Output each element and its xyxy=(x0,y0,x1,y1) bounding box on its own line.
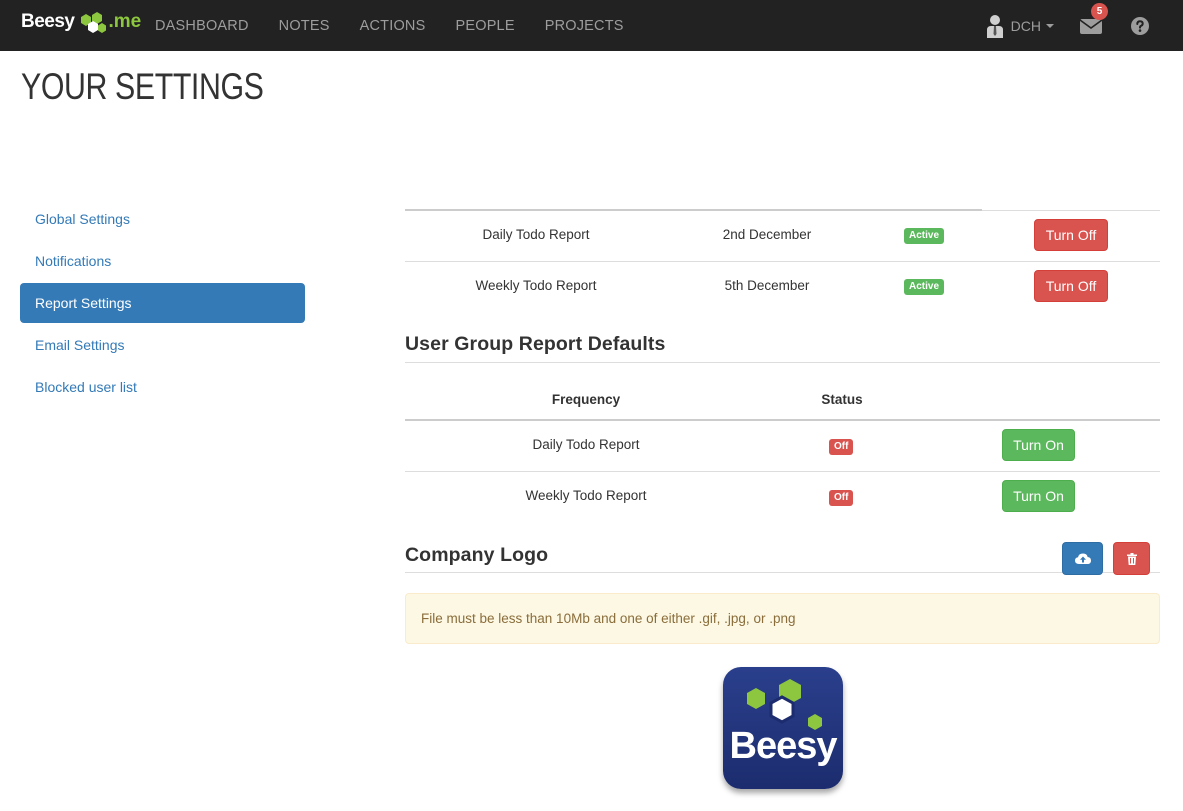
nav-notes[interactable]: NOTES xyxy=(279,18,330,34)
report-name: Weekly Todo Report xyxy=(475,278,597,293)
section-title-company-logo: Company Logo xyxy=(405,544,549,566)
chevron-down-icon xyxy=(1046,23,1054,28)
brand-prefix: Beesy xyxy=(21,11,75,32)
status-badge: Active xyxy=(904,279,945,295)
brand-logo[interactable]: Beesy .me xyxy=(21,9,141,35)
table-top-border xyxy=(405,209,982,211)
turn-on-button[interactable]: Turn On xyxy=(1002,480,1075,512)
status-badge: Off xyxy=(829,490,854,506)
upload-logo-button[interactable] xyxy=(1062,542,1103,575)
report-name: Daily Todo Report xyxy=(482,227,590,242)
main-nav: DASHBOARD NOTES ACTIONS PEOPLE PROJECTS xyxy=(155,0,654,51)
nav-right: DCH 5 xyxy=(986,0,1183,51)
sidebar-item-notifications[interactable]: Notifications xyxy=(20,241,305,281)
turn-on-button[interactable]: Turn On xyxy=(1002,429,1075,461)
report-name: Weekly Todo Report xyxy=(525,488,647,503)
status-badge: Off xyxy=(829,439,854,455)
file-requirements-alert: File must be less than 10Mb and one of e… xyxy=(405,593,1160,644)
logo-wordmark: Beesy xyxy=(729,725,838,767)
user-name: DCH xyxy=(1010,17,1041,34)
row-divider xyxy=(405,471,1160,472)
mail-button[interactable]: 5 xyxy=(1079,2,1108,35)
user-menu[interactable]: DCH xyxy=(986,14,1054,38)
nav-dashboard[interactable]: DASHBOARD xyxy=(155,18,249,34)
report-name: Daily Todo Report xyxy=(532,437,640,452)
sidebar-item-email-settings[interactable]: Email Settings xyxy=(20,325,305,365)
header-divider xyxy=(405,419,1160,421)
section-divider xyxy=(405,572,1160,573)
turn-off-button[interactable]: Turn Off xyxy=(1034,219,1108,251)
cloud-upload-icon xyxy=(1074,553,1091,564)
user-icon xyxy=(986,14,1003,38)
delete-logo-button[interactable] xyxy=(1113,542,1150,575)
section-title-user-group-defaults: User Group Report Defaults xyxy=(405,333,666,355)
nav-people[interactable]: PEOPLE xyxy=(455,18,514,34)
status-badge: Active xyxy=(904,228,945,244)
nav-actions[interactable]: ACTIONS xyxy=(360,18,426,34)
sidebar-item-blocked-user-list[interactable]: Blocked user list xyxy=(20,367,305,407)
nav-projects[interactable]: PROJECTS xyxy=(545,18,624,34)
mail-count-badge: 5 xyxy=(1091,2,1108,20)
brand-suffix: .me xyxy=(108,11,142,32)
settings-sidebar: Global Settings Notifications Report Set… xyxy=(20,199,305,409)
row-divider xyxy=(405,261,1160,262)
table-top-border-end xyxy=(982,210,1160,211)
sidebar-item-report-settings[interactable]: Report Settings xyxy=(20,283,305,323)
section-divider xyxy=(405,362,1160,363)
hexagon-logo-icon xyxy=(80,12,106,33)
column-header-status: Status xyxy=(821,392,863,407)
report-date: 2nd December xyxy=(722,227,812,242)
top-navbar: Beesy .me DASHBOARD NOTES ACTIONS PEOPLE… xyxy=(0,0,1183,51)
help-icon[interactable] xyxy=(1131,16,1149,35)
column-header-frequency: Frequency xyxy=(551,392,621,407)
sidebar-item-global-settings[interactable]: Global Settings xyxy=(20,199,305,239)
company-logo-image: Beesy xyxy=(723,667,843,789)
page-title: YOUR SETTINGS xyxy=(21,66,264,107)
trash-icon xyxy=(1126,552,1137,565)
turn-off-button[interactable]: Turn Off xyxy=(1034,270,1108,302)
report-date: 5th December xyxy=(724,278,810,293)
